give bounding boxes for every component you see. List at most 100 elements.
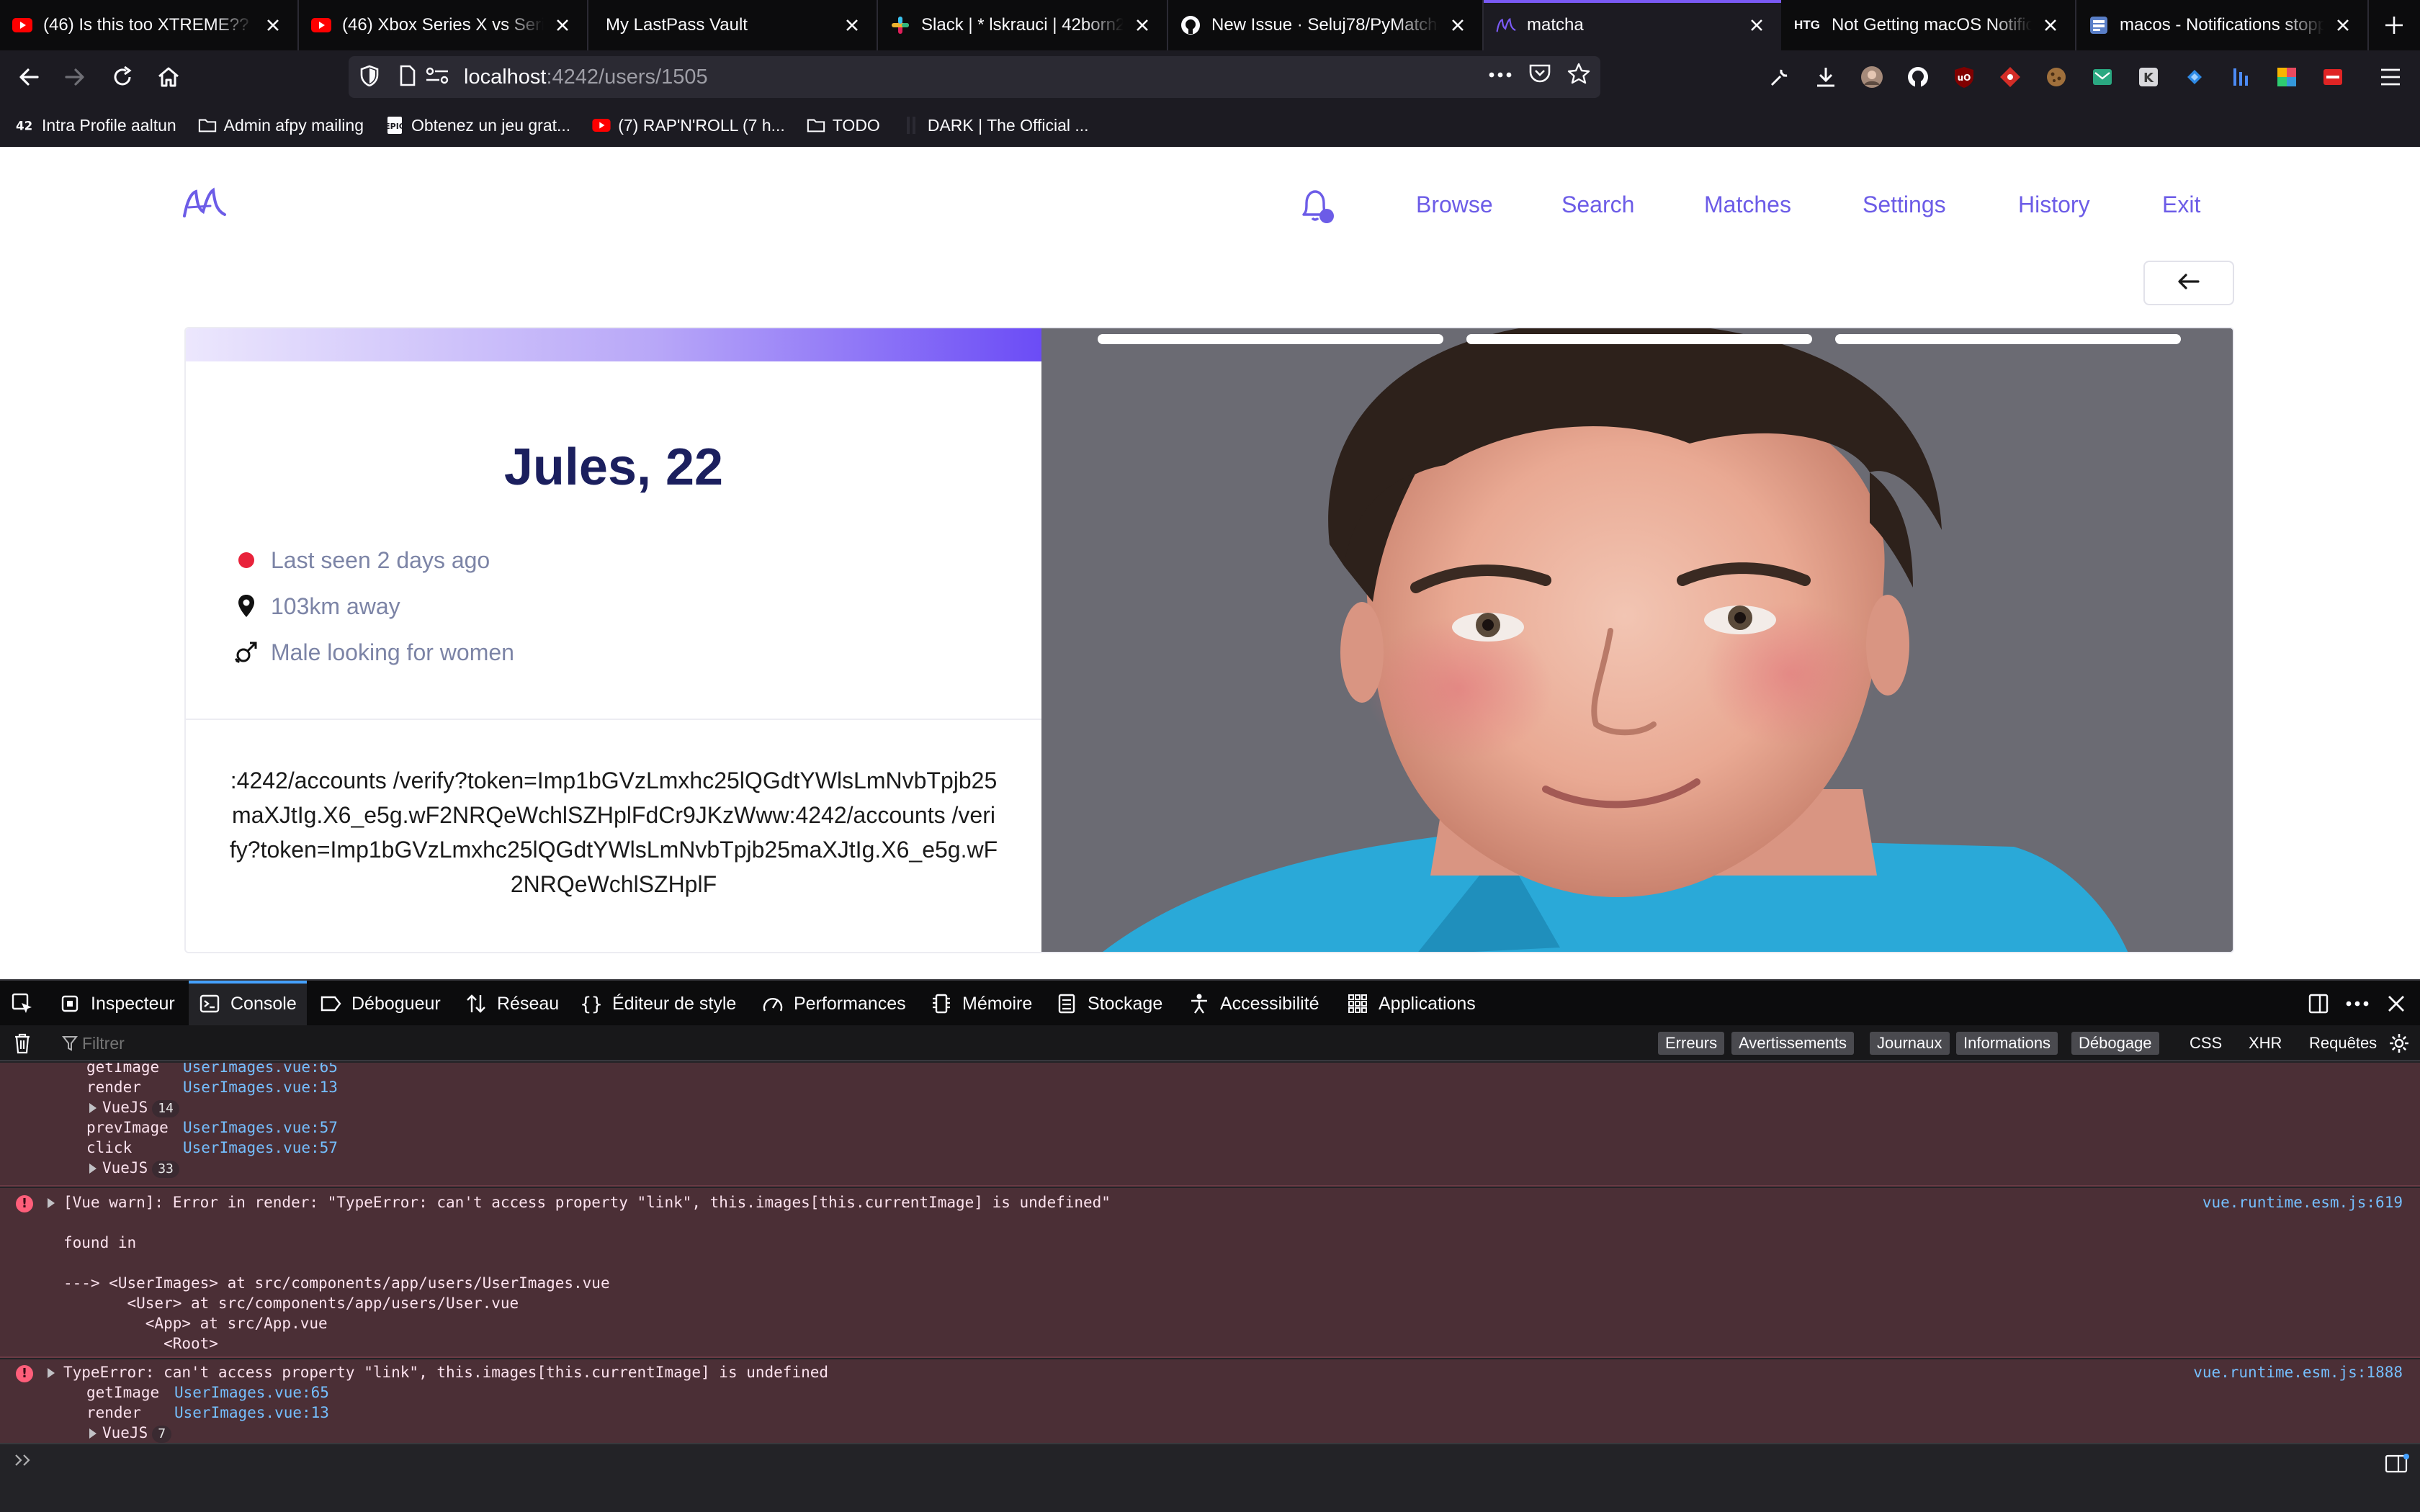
hamburger-menu-icon[interactable] [2374,60,2407,94]
more-options-icon[interactable] [2345,981,2370,1027]
stack-frame-link[interactable]: UserImages.vue:65 [183,1063,338,1077]
source-link[interactable]: vue.runtime.esm.js:1888 [2193,1362,2403,1382]
browser-tab[interactable]: New Issue · Seluj78/PyMatcha [1168,0,1484,50]
tab-storage[interactable]: Stockage [1046,981,1173,1027]
console-warning-message[interactable]: ! [Vue warn]: Error in render: "TypeErro… [0,1188,2420,1358]
close-tab-icon[interactable] [2039,14,2062,37]
browser-tab[interactable]: HTG Not Getting macOS Notifications? [1781,0,2076,50]
close-tab-icon[interactable] [261,14,284,37]
expand-triangle-icon[interactable] [48,1362,60,1382]
matcha-logo-icon[interactable] [182,184,228,220]
tab-performance[interactable]: Performances [752,981,916,1027]
nav-settings-link[interactable]: Settings [1863,192,1946,218]
stack-frame-link[interactable]: UserImages.vue:57 [183,1117,338,1138]
json-viewer-icon[interactable] [2178,60,2211,94]
url-bar[interactable]: localhost:4242/users/1505 [349,56,1600,98]
close-tab-icon[interactable] [2331,14,2354,37]
tab-debugger[interactable]: Débogueur [310,981,451,1027]
tab-inspector[interactable]: Inspecteur [49,981,185,1027]
extension-k-icon[interactable]: K [2132,60,2165,94]
stack-group-vuejs[interactable]: VueJS 14 [89,1097,179,1117]
back-arrow-icon[interactable] [6,54,52,100]
notification-bell-icon[interactable] [1296,186,1337,228]
tab-accessibility[interactable]: Accessibilité [1178,981,1330,1027]
source-link[interactable]: vue.runtime.esm.js:619 [2202,1192,2403,1212]
filter-info-toggle[interactable]: Informations [1956,1032,2058,1055]
colorful-extension-icon[interactable] [2270,60,2303,94]
tab-network[interactable]: Réseau [455,981,569,1027]
browser-tab[interactable]: macos - Notifications stopped [2076,0,2369,50]
vue-devtools-icon[interactable] [2224,60,2257,94]
lastpass-icon[interactable] [1994,60,2027,94]
back-button[interactable] [2143,261,2234,305]
expand-triangle-icon[interactable] [48,1192,60,1212]
permissions-icon[interactable] [425,66,449,89]
more-actions-icon[interactable] [1488,69,1512,82]
nav-search-link[interactable]: Search [1561,192,1634,218]
close-tab-icon[interactable] [841,14,864,37]
home-icon[interactable] [145,54,192,100]
browser-tab[interactable]: My LastPass Vault [588,0,878,50]
mail-icon[interactable] [2086,60,2119,94]
browser-tab[interactable]: (46) Is this too XTREME?? [0,0,299,50]
tab-memory[interactable]: Mémoire [920,981,1042,1027]
element-picker-icon[interactable] [3,981,43,1027]
new-tab-plus-icon[interactable] [2369,0,2419,50]
console-error-message[interactable]: ! TypeError: can't access property "link… [0,1359,2420,1443]
nav-matches-link[interactable]: Matches [1704,192,1791,218]
stack-frame-link[interactable]: UserImages.vue:65 [174,1382,329,1403]
close-tab-icon[interactable] [1446,14,1469,37]
browser-tab[interactable]: (46) Xbox Series X vs Series S [299,0,588,50]
console-filter-input[interactable] [82,1030,730,1057]
nav-exit-link[interactable]: Exit [2162,192,2200,218]
shield-icon[interactable] [360,65,379,90]
filter-requests-toggle[interactable]: Requêtes [2309,1032,2377,1055]
browser-tab[interactable]: Slack | * lskrauci | 42born2code [878,0,1168,50]
stack-group-vuejs[interactable]: VueJS 33 [89,1158,179,1178]
console-input-area[interactable] [0,1443,2420,1512]
close-tab-icon[interactable] [551,14,574,37]
stack-frame-link[interactable]: UserImages.vue:13 [183,1077,338,1097]
tab-applications[interactable]: Applications [1337,981,1486,1027]
nav-history-link[interactable]: History [2018,192,2090,218]
trash-icon[interactable] [13,1032,32,1058]
forward-arrow-icon[interactable] [52,54,98,100]
bookmark-item[interactable]: 42 Intra Profile aaltun [16,116,176,135]
bookmark-item[interactable]: EPIC Obtenez un jeu grat... [385,116,570,135]
url-text[interactable]: localhost:4242/users/1505 [464,66,708,89]
close-devtools-icon[interactable] [2387,981,2406,1027]
filter-xhr-toggle[interactable]: XHR [2249,1032,2282,1055]
browser-tab-active[interactable]: matcha [1484,0,1781,50]
page-icon[interactable] [399,65,416,90]
stack-frame-link[interactable]: UserImages.vue:13 [174,1403,329,1423]
reload-icon[interactable] [99,54,145,100]
nav-browse-link[interactable]: Browse [1416,192,1493,218]
filter-errors-toggle[interactable]: Erreurs [1658,1032,1725,1055]
pocket-icon[interactable] [1528,63,1551,88]
wrench-icon[interactable] [1763,60,1796,94]
bookmark-item[interactable]: TODO [807,116,880,135]
filter-logs-toggle[interactable]: Journaux [1870,1032,1950,1055]
red-extension-icon[interactable] [2316,60,2349,94]
dock-side-icon[interactable] [2308,981,2329,1027]
cookie-icon[interactable] [2040,60,2073,94]
bookmark-item[interactable]: Admin afpy mailing [198,116,364,135]
filter-debug-toggle[interactable]: Débogage [2071,1032,2159,1055]
bookmark-item[interactable]: (7) RAP'N'ROLL (7 h... [592,116,785,135]
console-settings-gear-icon[interactable] [2388,1032,2410,1058]
filter-css-toggle[interactable]: CSS [2190,1032,2222,1055]
filter-warnings-toggle[interactable]: Avertissements [1731,1032,1854,1055]
bookmark-item[interactable]: DARK | The Official ... [902,116,1089,135]
close-tab-icon[interactable] [1745,14,1768,37]
close-tab-icon[interactable] [1131,14,1154,37]
user-photo[interactable] [1041,328,2233,952]
account-avatar-icon[interactable] [1855,60,1888,94]
tab-style-editor[interactable]: {} Éditeur de style [570,981,746,1027]
download-icon[interactable] [1809,60,1842,94]
stack-frame-link[interactable]: UserImages.vue:57 [183,1138,338,1158]
ublock-origin-icon[interactable]: uO [1948,60,1981,94]
tab-console[interactable]: Console [189,981,307,1027]
github-icon[interactable] [1901,60,1935,94]
bookmark-star-icon[interactable] [1567,62,1590,89]
split-console-icon[interactable] [2384,1453,2410,1478]
